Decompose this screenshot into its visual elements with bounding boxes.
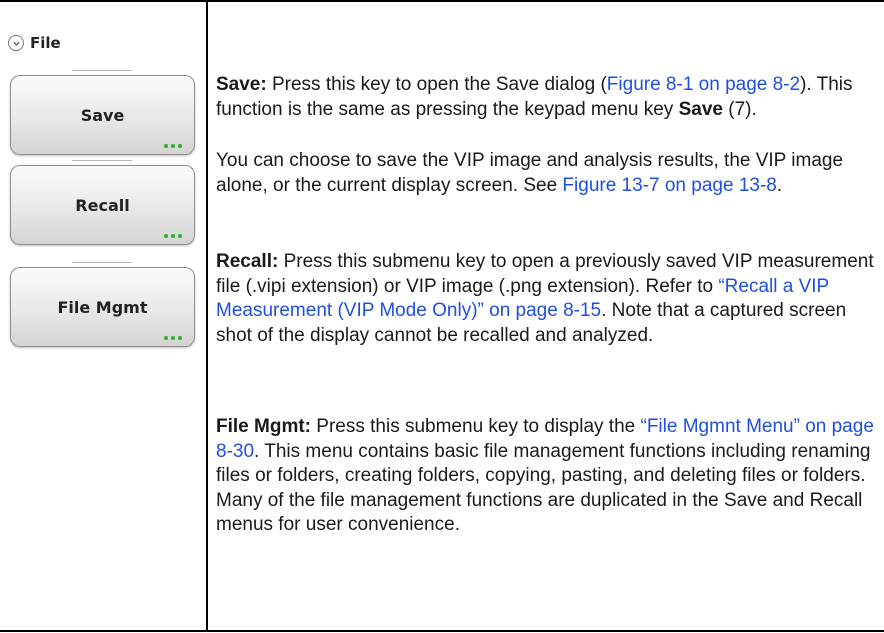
save-note: You can choose to save the VIP image and… xyxy=(216,149,878,198)
recall-description: Recall: Press this submenu key to open a… xyxy=(216,250,878,348)
file-mgmt-term: File Mgmt: xyxy=(216,416,311,437)
table-bottom-rule xyxy=(0,630,884,632)
save-button[interactable]: Save xyxy=(10,75,195,155)
recall-button-label: Recall xyxy=(75,195,130,215)
column-divider xyxy=(206,0,208,632)
figure-8-1-link[interactable]: Figure 8-1 on page 8-2 xyxy=(607,74,800,95)
figure-13-7-link[interactable]: Figure 13-7 on page 13-8 xyxy=(562,175,776,196)
save-key-name: Save xyxy=(678,98,723,120)
table-top-rule xyxy=(0,0,884,2)
key-separator xyxy=(72,160,132,161)
file-mgmt-description: File Mgmt: Press this submenu key to dis… xyxy=(216,415,878,538)
file-menu-header[interactable]: File xyxy=(8,34,61,52)
submenu-indicator-icon xyxy=(164,144,182,148)
file-mgmt-text: Press this submenu key to display the xyxy=(311,416,641,437)
chevron-down-icon xyxy=(8,35,24,51)
save-term: Save: xyxy=(216,74,267,95)
recall-term: Recall: xyxy=(216,251,279,272)
submenu-indicator-icon xyxy=(164,234,182,238)
save-note-text: . xyxy=(776,174,783,196)
key-separator xyxy=(72,70,132,71)
recall-button[interactable]: Recall xyxy=(10,165,195,245)
submenu-indicator-icon xyxy=(164,336,182,340)
file-mgmt-button[interactable]: File Mgmt xyxy=(10,267,195,347)
file-mgmt-text: . This menu contains basic file manageme… xyxy=(216,440,871,536)
key-separator xyxy=(72,262,132,263)
save-text: Press this key to open the Save dialog ( xyxy=(266,74,607,95)
save-button-label: Save xyxy=(80,105,125,125)
save-description: Save: Press this key to open the Save di… xyxy=(216,73,878,122)
file-menu-title: File xyxy=(30,34,61,52)
file-mgmt-button-label: File Mgmt xyxy=(57,297,148,317)
save-text: (7). xyxy=(722,98,757,120)
